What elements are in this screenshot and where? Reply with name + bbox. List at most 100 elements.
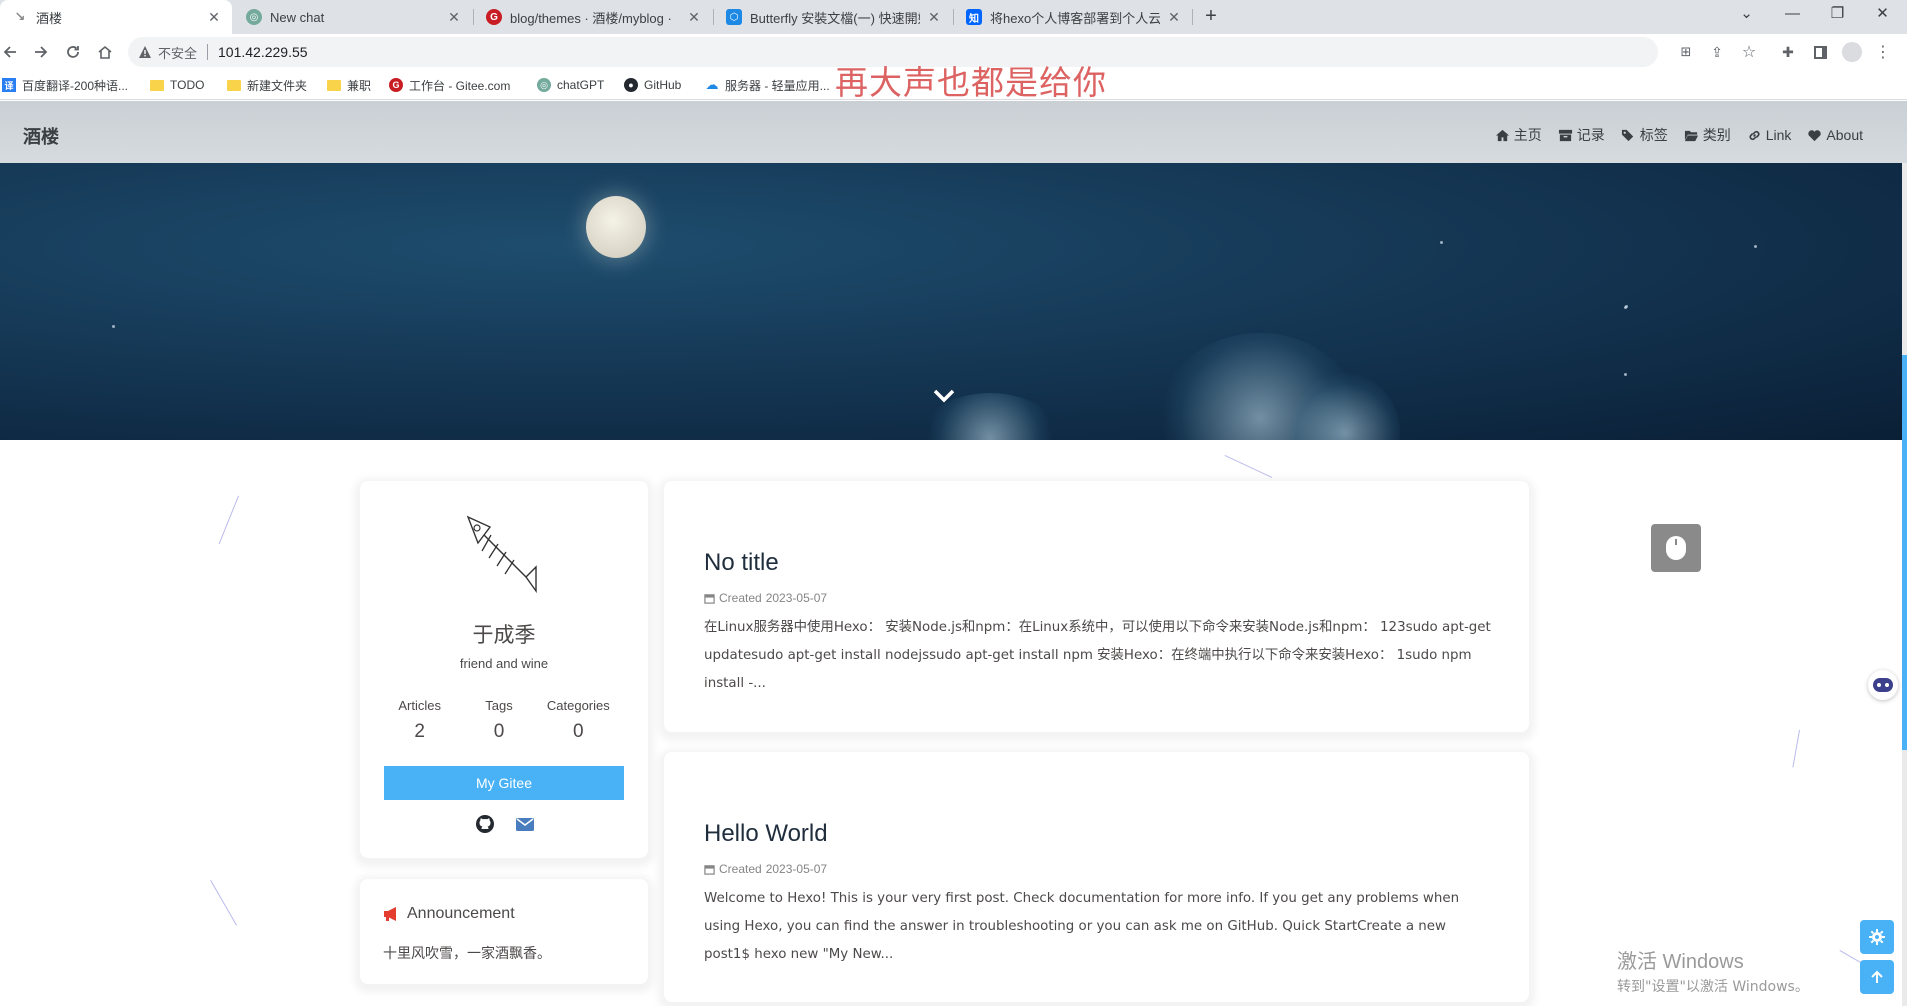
bookmark-gitee[interactable]: G 工作台 - Gitee.com bbox=[389, 76, 510, 94]
post-excerpt: Welcome to Hexo! This is your very first… bbox=[704, 891, 1460, 962]
menu-item-label: 记录 bbox=[1576, 127, 1605, 143]
post-title[interactable]: Hello World bbox=[704, 820, 828, 848]
menu-item-tags[interactable]: 标签 bbox=[1621, 125, 1668, 145]
link-icon bbox=[1749, 130, 1760, 140]
bookmark-new-folder[interactable]: 新建文件夹 bbox=[227, 76, 307, 94]
stat-label: Tags bbox=[485, 698, 513, 713]
close-window-button[interactable]: ✕ bbox=[1860, 0, 1905, 30]
post-title[interactable]: No title bbox=[704, 549, 779, 577]
calendar-icon bbox=[704, 864, 715, 875]
side-panel-icon bbox=[1813, 45, 1827, 59]
reload-button[interactable] bbox=[60, 40, 86, 64]
forward-button[interactable] bbox=[28, 40, 54, 64]
bookmark-star-button[interactable]: ☆ bbox=[1737, 40, 1761, 64]
close-icon[interactable]: ✕ bbox=[686, 9, 702, 25]
github-icon[interactable] bbox=[475, 814, 495, 834]
share-button[interactable]: ⇪ bbox=[1705, 40, 1729, 64]
url-text[interactable]: 101.42.229.55 bbox=[218, 44, 308, 60]
menu-item-label: Link bbox=[1765, 127, 1792, 143]
close-icon[interactable]: ✕ bbox=[926, 9, 942, 25]
stat-value: 0 bbox=[573, 721, 584, 742]
openai-icon: ◎ bbox=[246, 9, 262, 25]
folder-icon bbox=[327, 78, 341, 92]
stat-tags[interactable]: Tags 0 bbox=[459, 698, 538, 743]
arrow-right-icon bbox=[35, 46, 48, 58]
chat-widget[interactable] bbox=[1868, 670, 1898, 700]
close-icon[interactable]: ✕ bbox=[446, 9, 462, 25]
settings-button[interactable] bbox=[1860, 920, 1894, 954]
close-icon[interactable]: ✕ bbox=[206, 9, 222, 25]
stat-categories[interactable]: Categories 0 bbox=[539, 698, 618, 743]
overlay-caption: 再大声也都是给你 bbox=[835, 63, 1107, 102]
bookmark-part-time[interactable]: 兼职 bbox=[327, 76, 371, 94]
extensions-button[interactable]: ✚ bbox=[1776, 40, 1800, 64]
menu-item-about[interactable]: About bbox=[1807, 125, 1863, 145]
avatar-icon bbox=[1842, 42, 1862, 62]
windows-activation-watermark: 激活 Windows 转到"设置"以激活 Windows。 bbox=[1617, 945, 1809, 996]
gitee-icon: G bbox=[389, 78, 403, 92]
zhihu-icon: 知 bbox=[966, 9, 982, 25]
menu-item-archive[interactable]: 记录 bbox=[1558, 125, 1605, 145]
security-label[interactable]: 不安全 bbox=[158, 43, 197, 62]
post-card: No title Created 2023-05-07 在Linux服务器中使用… bbox=[664, 481, 1529, 732]
home-icon bbox=[98, 45, 112, 59]
email-icon[interactable] bbox=[515, 814, 535, 834]
mouse-widget[interactable] bbox=[1651, 524, 1701, 572]
side-panel-button[interactable] bbox=[1808, 40, 1832, 64]
blog-header: 酒楼 主页 记录 标签 类别 Link About bbox=[0, 101, 1907, 163]
stat-value: 0 bbox=[493, 721, 505, 742]
social-links bbox=[475, 814, 535, 834]
site-title[interactable]: 酒楼 bbox=[23, 123, 59, 149]
tab-label: New chat bbox=[270, 9, 325, 25]
more-vertical-icon: ⋮ bbox=[1875, 44, 1891, 61]
back-to-top-button[interactable] bbox=[1860, 960, 1894, 994]
star-dot bbox=[1624, 306, 1627, 309]
bookmark-todo[interactable]: TODO bbox=[150, 76, 204, 94]
home-button[interactable] bbox=[92, 40, 118, 64]
close-icon[interactable]: ✕ bbox=[1166, 9, 1182, 25]
bookmark-chatgpt[interactable]: ◎ chatGPT bbox=[537, 76, 604, 94]
translate-button[interactable]: ⊞ bbox=[1674, 40, 1698, 64]
post-date: 2023-05-07 bbox=[765, 591, 828, 605]
menu-item-link[interactable]: Link bbox=[1747, 125, 1792, 145]
decor-line bbox=[1224, 455, 1273, 478]
stat-articles[interactable]: Articles 2 bbox=[380, 698, 459, 743]
menu-item-label: About bbox=[1826, 127, 1863, 143]
tab-butterfly[interactable]: ⬡ Butterfly 安裝文檔(一) 快速開始 ✕ bbox=[714, 0, 952, 34]
scroll-down-icon[interactable] bbox=[932, 388, 956, 404]
star-dot bbox=[1624, 373, 1627, 376]
scrollbar-thumb[interactable] bbox=[1902, 355, 1907, 750]
star-dot bbox=[1440, 241, 1443, 244]
home-icon bbox=[1495, 129, 1509, 141]
bookmark-label: 新建文件夹 bbox=[247, 78, 308, 93]
my-gitee-button[interactable]: My Gitee bbox=[384, 766, 624, 800]
menu-item-label: 类别 bbox=[1702, 127, 1731, 143]
folder-icon bbox=[227, 78, 241, 92]
moon-image bbox=[586, 196, 646, 258]
avatar[interactable] bbox=[460, 511, 540, 594]
tab-zhihu[interactable]: 知 将hexo个人博客部署到个人云服 ✕ bbox=[954, 0, 1192, 34]
tab-search-chevron-icon[interactable]: ⌄ bbox=[1724, 0, 1769, 30]
hero-banner bbox=[0, 163, 1907, 440]
bookmark-server[interactable]: ☁ 服务器 - 轻量应用... bbox=[705, 76, 830, 94]
back-button[interactable] bbox=[0, 40, 23, 64]
menu-item-home[interactable]: 主页 bbox=[1495, 125, 1542, 145]
tab-jiulou[interactable]: ↘ 酒楼 ✕ bbox=[0, 0, 232, 34]
profile-button[interactable] bbox=[1840, 40, 1864, 64]
arrow-left-icon bbox=[3, 46, 16, 58]
menu-button[interactable]: ⋮ bbox=[1871, 40, 1895, 64]
minimize-button[interactable]: — bbox=[1770, 0, 1815, 30]
tab-gitee[interactable]: G blog/themes · 酒楼/myblog · ✕ bbox=[474, 0, 712, 34]
post-card: Hello World Created 2023-05-07 Welcome t… bbox=[664, 752, 1529, 1002]
tab-new-chat[interactable]: ◎ New chat ✕ bbox=[234, 0, 472, 34]
post-date: 2023-05-07 bbox=[765, 862, 828, 876]
share-icon: ⇪ bbox=[1711, 43, 1723, 60]
translate-icon: ⊞ bbox=[1680, 44, 1692, 59]
announcement-card: Announcement 十里风吹雪，一家酒飘香。 bbox=[360, 879, 648, 984]
bookmark-github[interactable]: ● GitHub bbox=[624, 76, 681, 94]
menu-item-categories[interactable]: 类别 bbox=[1684, 125, 1731, 145]
new-tab-button[interactable]: + bbox=[1198, 5, 1224, 29]
bookmark-baidu-translate[interactable]: 译 百度翻译-200种语... bbox=[2, 76, 128, 94]
restore-button[interactable]: ❐ bbox=[1815, 0, 1860, 30]
star-dot bbox=[1754, 245, 1757, 248]
